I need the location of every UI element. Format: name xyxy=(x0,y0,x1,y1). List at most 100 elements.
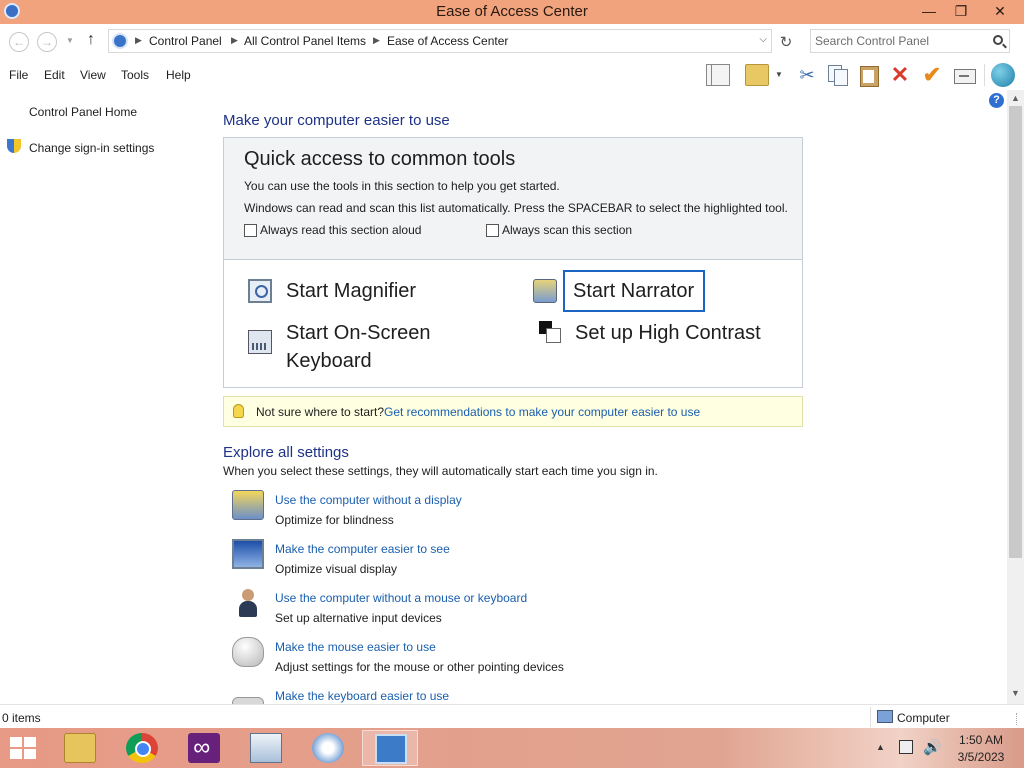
control-panel-icon xyxy=(375,734,407,764)
visual-studio-icon xyxy=(188,733,220,763)
menu-help[interactable]: Help xyxy=(166,68,191,82)
page-title: Make your computer easier to use xyxy=(223,112,450,129)
taskbar-file-explorer[interactable] xyxy=(52,730,108,766)
content-pane: ? Control Panel Home Change sign-in sett… xyxy=(0,90,1024,704)
start-narrator-link[interactable]: Start Narrator xyxy=(563,270,705,312)
use-without-display-link[interactable]: Use the computer without a display xyxy=(275,493,462,507)
close-button[interactable]: ✕ xyxy=(980,0,1020,22)
scroll-down-icon[interactable]: ▼ xyxy=(1011,688,1020,698)
refresh-icon[interactable]: ↻ xyxy=(776,33,796,53)
help-icon[interactable]: ? xyxy=(989,93,1004,108)
layout-icon[interactable] xyxy=(706,64,730,86)
easier-to-see-link[interactable]: Make the computer easier to see xyxy=(275,542,450,556)
tip-text: Not sure where to start? xyxy=(256,405,385,419)
breadcrumb-all-items[interactable]: All Control Panel Items xyxy=(244,34,366,48)
easier-to-see-desc: Optimize visual display xyxy=(275,562,398,576)
check-icon[interactable]: ✔ xyxy=(920,64,944,86)
get-recommendations-link[interactable]: Get recommendations to make your compute… xyxy=(384,405,700,419)
quick-access-instructions: Windows can read and scan this list auto… xyxy=(244,201,788,215)
search-icon[interactable] xyxy=(993,35,1003,45)
chrome-icon xyxy=(126,733,158,763)
forward-button[interactable]: → xyxy=(37,32,57,52)
search-box[interactable] xyxy=(810,29,1010,53)
start-magnifier-link[interactable]: Start Magnifier xyxy=(286,277,416,305)
clock-date[interactable]: 3/5/2023 xyxy=(956,750,1006,764)
menu-edit[interactable]: Edit xyxy=(44,68,65,82)
sidebar-item-change-sign-in[interactable]: Change sign-in settings xyxy=(29,141,154,155)
speaker-icon[interactable]: 🔊 xyxy=(923,738,942,756)
resize-grip[interactable] xyxy=(1016,713,1020,725)
visual-display-icon[interactable] xyxy=(232,539,264,569)
clock-time[interactable]: 1:50 AM xyxy=(956,733,1006,747)
search-input[interactable] xyxy=(815,33,985,49)
scrollbar-thumb[interactable] xyxy=(1009,106,1022,558)
always-scan-label[interactable]: Always scan this section xyxy=(502,223,632,237)
copy-icon[interactable] xyxy=(826,64,850,86)
set-up-high-contrast-link[interactable]: Set up High Contrast xyxy=(575,319,761,347)
menu-file[interactable]: File xyxy=(9,68,28,82)
address-row: ← → ▼ ↑ ▶ Control Panel ▶ All Control Pa… xyxy=(0,24,1024,60)
breadcrumb-chevron-icon[interactable]: ▶ xyxy=(231,35,238,46)
keyboard-icon[interactable] xyxy=(232,697,264,704)
cut-icon[interactable]: ✂ xyxy=(795,64,819,86)
keyboard-easier-link[interactable]: Make the keyboard easier to use xyxy=(275,689,449,703)
address-bar[interactable]: ▶ Control Panel ▶ All Control Panel Item… xyxy=(108,29,772,53)
high-contrast-icon[interactable] xyxy=(539,321,561,343)
taskbar-chrome[interactable] xyxy=(114,730,170,766)
scroll-up-icon[interactable]: ▲ xyxy=(1011,93,1020,103)
globe-icon[interactable] xyxy=(991,63,1015,87)
sidebar-item-control-panel-home[interactable]: Control Panel Home xyxy=(29,105,137,119)
up-arrow-icon[interactable]: ↑ xyxy=(87,31,95,49)
folder-options-icon[interactable] xyxy=(745,64,769,86)
person-icon[interactable] xyxy=(232,588,264,618)
without-mouse-keyboard-desc: Set up alternative input devices xyxy=(275,611,442,625)
use-without-display-desc: Optimize for blindness xyxy=(275,513,394,527)
menu-tools[interactable]: Tools xyxy=(121,68,149,82)
recent-locations-icon[interactable]: ▼ xyxy=(66,36,74,45)
taskbar-control-panel[interactable] xyxy=(362,730,418,766)
always-read-label[interactable]: Always read this section aloud xyxy=(260,223,421,237)
quick-access-description: You can use the tools in this section to… xyxy=(244,179,560,193)
taskbar-setup[interactable] xyxy=(300,730,356,766)
properties-icon[interactable] xyxy=(952,64,976,86)
explore-description: When you select these settings, they wil… xyxy=(223,464,658,478)
chevron-up-icon[interactable]: ▲ xyxy=(876,742,885,752)
narrator-icon[interactable] xyxy=(533,279,557,303)
osk-label-line1: Start On-Screen xyxy=(286,322,431,344)
chevron-down-icon[interactable]: ⌵ xyxy=(759,34,767,45)
shield-icon xyxy=(7,139,21,155)
on-screen-keyboard-icon[interactable] xyxy=(248,330,272,354)
chevron-down-icon[interactable]: ▼ xyxy=(775,70,783,79)
taskbar-visual-studio[interactable] xyxy=(176,730,232,766)
magnifier-icon[interactable] xyxy=(248,279,272,303)
taskbar: ▲ 🔊 1:50 AM 3/5/2023 xyxy=(0,728,1024,768)
setup-disc-icon xyxy=(312,733,344,763)
taskbar-resource-monitor[interactable] xyxy=(238,730,294,766)
delete-icon[interactable]: ✕ xyxy=(888,64,912,86)
status-bar: 0 items Computer xyxy=(0,704,1024,728)
breadcrumb-control-panel[interactable]: Control Panel xyxy=(149,34,222,48)
quick-access-title: Quick access to common tools xyxy=(244,148,516,170)
network-icon[interactable] xyxy=(899,740,913,754)
vertical-scrollbar[interactable]: ▲ ▼ xyxy=(1007,90,1024,704)
breadcrumb-chevron-icon[interactable]: ▶ xyxy=(135,35,142,46)
maximize-button[interactable]: ❐ xyxy=(946,0,976,22)
lightbulb-icon xyxy=(233,404,244,418)
mouse-easier-desc: Adjust settings for the mouse or other p… xyxy=(275,660,564,674)
always-scan-checkbox[interactable] xyxy=(486,224,499,237)
status-divider xyxy=(870,707,871,727)
windows-start-icon[interactable] xyxy=(10,737,38,761)
back-button[interactable]: ← xyxy=(9,32,29,52)
recommendation-tip: Not sure where to start? Get recommendat… xyxy=(223,396,803,427)
without-mouse-keyboard-link[interactable]: Use the computer without a mouse or keyb… xyxy=(275,591,527,605)
breadcrumb-ease-of-access[interactable]: Ease of Access Center xyxy=(387,34,508,48)
start-on-screen-keyboard-link[interactable]: Start On-Screen Keyboard xyxy=(286,319,431,375)
breadcrumb-chevron-icon[interactable]: ▶ xyxy=(373,35,380,46)
menu-view[interactable]: View xyxy=(80,68,106,82)
paste-icon[interactable] xyxy=(857,64,881,87)
minimize-button[interactable]: — xyxy=(914,0,944,22)
mouse-icon[interactable] xyxy=(232,637,264,667)
mouse-easier-link[interactable]: Make the mouse easier to use xyxy=(275,640,436,654)
always-read-checkbox[interactable] xyxy=(244,224,257,237)
display-icon[interactable] xyxy=(232,490,264,520)
